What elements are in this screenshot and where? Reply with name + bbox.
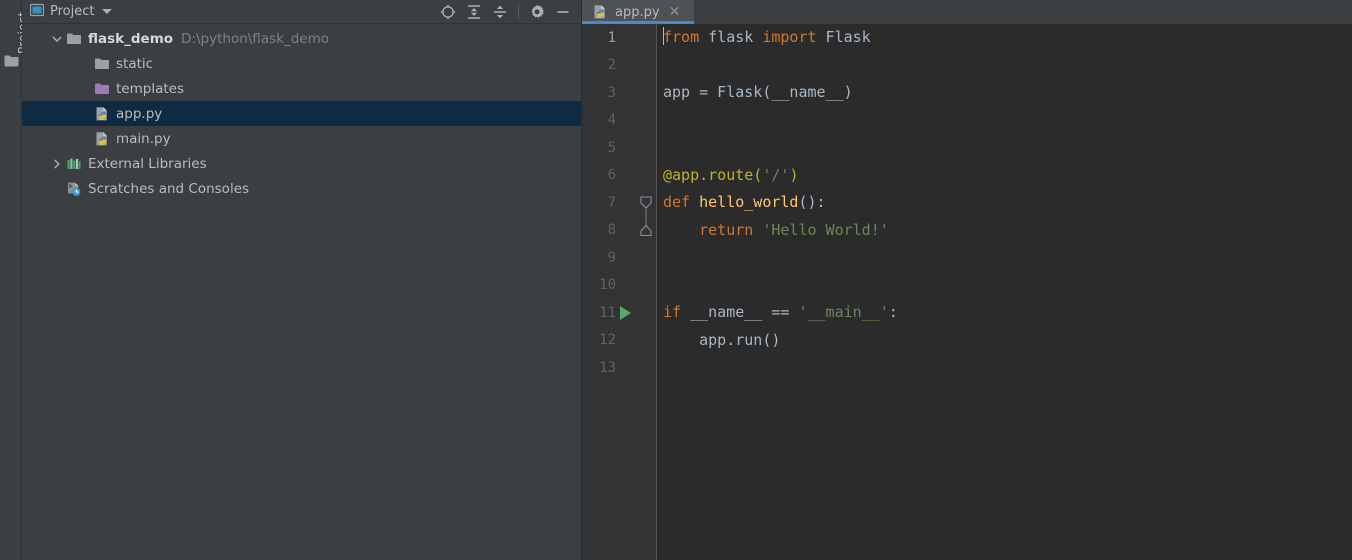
code-token: flask bbox=[699, 28, 763, 46]
run-triangle-icon bbox=[620, 305, 631, 320]
python-file-icon bbox=[94, 131, 110, 147]
code-token: Flask bbox=[816, 28, 871, 46]
code-token: @app.route( bbox=[663, 165, 763, 184]
tree-row[interactable]: flask_demo D:\python\flask_demo bbox=[22, 26, 581, 51]
project-tool-window: Project flask_demo D:\python\flask_demo … bbox=[22, 0, 582, 560]
code-token: ) bbox=[789, 165, 799, 184]
code-line[interactable]: app = Flask(__name__) bbox=[663, 79, 1352, 107]
code-text-area[interactable]: from flask import Flask app = Flask(__na… bbox=[657, 24, 1352, 560]
project-view-icon bbox=[29, 2, 45, 21]
python-file-icon bbox=[592, 4, 608, 20]
tree-row[interactable]: app.py bbox=[22, 101, 581, 126]
code-token: hello_world bbox=[699, 193, 799, 211]
code-token: (): bbox=[798, 193, 826, 211]
select-opened-file-icon[interactable] bbox=[440, 4, 456, 20]
code-line[interactable] bbox=[663, 52, 1352, 80]
tree-row[interactable]: External Libraries bbox=[22, 151, 581, 176]
chevron-right-icon[interactable] bbox=[50, 157, 64, 171]
external-libraries-icon bbox=[66, 156, 82, 172]
line-number: 9 bbox=[607, 249, 616, 266]
folder-templates-icon bbox=[94, 81, 110, 97]
tree-node-path: D:\python\flask_demo bbox=[181, 30, 329, 47]
editor-area: app.py ✕ 1 2 3 4 5 6 7 8 9 10 11 12 13 from flask im… bbox=[582, 0, 1352, 560]
chevron-down-icon[interactable] bbox=[50, 32, 64, 46]
folder-icon bbox=[66, 31, 82, 47]
run-gutter-icon[interactable] bbox=[620, 299, 631, 327]
expand-all-icon[interactable] bbox=[466, 4, 482, 20]
editor-tab-label: app.py bbox=[615, 4, 660, 20]
line-number: 7 bbox=[607, 194, 616, 211]
close-icon[interactable]: ✕ bbox=[669, 5, 681, 19]
tree-node-label: External Libraries bbox=[88, 155, 207, 172]
project-panel-title: Project bbox=[50, 4, 95, 19]
chevron-down-icon[interactable] bbox=[102, 9, 113, 14]
line-number: 12 bbox=[599, 332, 616, 349]
line-number: 6 bbox=[607, 167, 616, 184]
line-number: 4 bbox=[607, 112, 616, 129]
line-number: 5 bbox=[607, 139, 616, 156]
code-line[interactable] bbox=[663, 134, 1352, 162]
code-folding-column[interactable] bbox=[636, 24, 656, 560]
line-number: 13 bbox=[599, 359, 616, 376]
code-token: if bbox=[663, 303, 682, 321]
scratches-icon bbox=[66, 181, 82, 197]
tree-node-label: templates bbox=[116, 80, 184, 97]
pycharm-window: Project Project bbox=[0, 0, 1352, 560]
editor-body: 1 2 3 4 5 6 7 8 9 10 11 12 13 from flask import Flas… bbox=[582, 24, 1352, 560]
folder-icon bbox=[94, 56, 110, 72]
code-token: from bbox=[663, 28, 700, 46]
code-token: 'Hello World!' bbox=[762, 220, 889, 239]
left-tool-strip: Project bbox=[0, 0, 30, 560]
hide-panel-icon[interactable] bbox=[555, 4, 571, 20]
code-line[interactable] bbox=[663, 354, 1352, 382]
code-line[interactable]: @app.route('/') bbox=[663, 162, 1352, 190]
line-number: 10 bbox=[599, 277, 616, 294]
project-panel-header: Project bbox=[22, 0, 581, 24]
toolbar-divider bbox=[518, 4, 519, 19]
line-number: 11 bbox=[599, 304, 616, 321]
editor-tab-bar: app.py ✕ bbox=[582, 0, 1352, 24]
code-token: return bbox=[699, 220, 754, 239]
tree-row[interactable]: Scratches and Consoles bbox=[22, 176, 581, 201]
code-token: app.run() bbox=[663, 330, 781, 349]
tree-node-label: Scratches and Consoles bbox=[88, 180, 250, 197]
code-token: def bbox=[663, 193, 700, 211]
code-line[interactable] bbox=[663, 272, 1352, 300]
tree-node-label: main.py bbox=[116, 130, 171, 147]
line-number: 8 bbox=[607, 222, 616, 239]
code-line[interactable]: if __name__ == '__main__': bbox=[663, 299, 1352, 327]
code-line[interactable] bbox=[663, 107, 1352, 135]
code-token: '/' bbox=[762, 165, 790, 184]
folder-icon bbox=[4, 52, 19, 67]
collapse-all-icon[interactable] bbox=[492, 4, 508, 20]
tree-node-label: static bbox=[116, 55, 154, 72]
line-number: 1 bbox=[607, 29, 616, 46]
code-line[interactable]: return 'Hello World!' bbox=[663, 217, 1352, 245]
python-file-icon bbox=[94, 106, 110, 122]
code-token: '__main__' bbox=[798, 303, 889, 321]
line-number: 3 bbox=[607, 84, 616, 101]
line-number: 2 bbox=[607, 57, 616, 74]
tree-node-label: flask_demo bbox=[88, 30, 174, 47]
code-token: : bbox=[888, 303, 898, 321]
code-line[interactable]: app.run() bbox=[663, 327, 1352, 355]
code-line[interactable] bbox=[663, 244, 1352, 272]
code-line[interactable]: def hello_world(): bbox=[663, 189, 1352, 217]
editor-tab-app-py[interactable]: app.py ✕ bbox=[582, 0, 694, 24]
editor-gutter[interactable]: 1 2 3 4 5 6 7 8 9 10 11 12 13 bbox=[582, 24, 657, 560]
code-token: __name__ == bbox=[681, 303, 799, 321]
code-token: import bbox=[762, 28, 817, 46]
code-line[interactable]: from flask import Flask bbox=[663, 24, 1352, 52]
tree-row[interactable]: templates bbox=[22, 76, 581, 101]
settings-gear-icon[interactable] bbox=[529, 4, 545, 20]
tree-row[interactable]: static bbox=[22, 51, 581, 76]
tree-node-label: app.py bbox=[116, 105, 163, 122]
tree-row[interactable]: main.py bbox=[22, 126, 581, 151]
project-panel-toolbar bbox=[440, 4, 577, 20]
project-tree: flask_demo D:\python\flask_demo static t… bbox=[22, 24, 581, 201]
project-view-selector[interactable]: Project bbox=[29, 2, 113, 21]
code-token: app = Flask(__name__) bbox=[663, 83, 853, 101]
